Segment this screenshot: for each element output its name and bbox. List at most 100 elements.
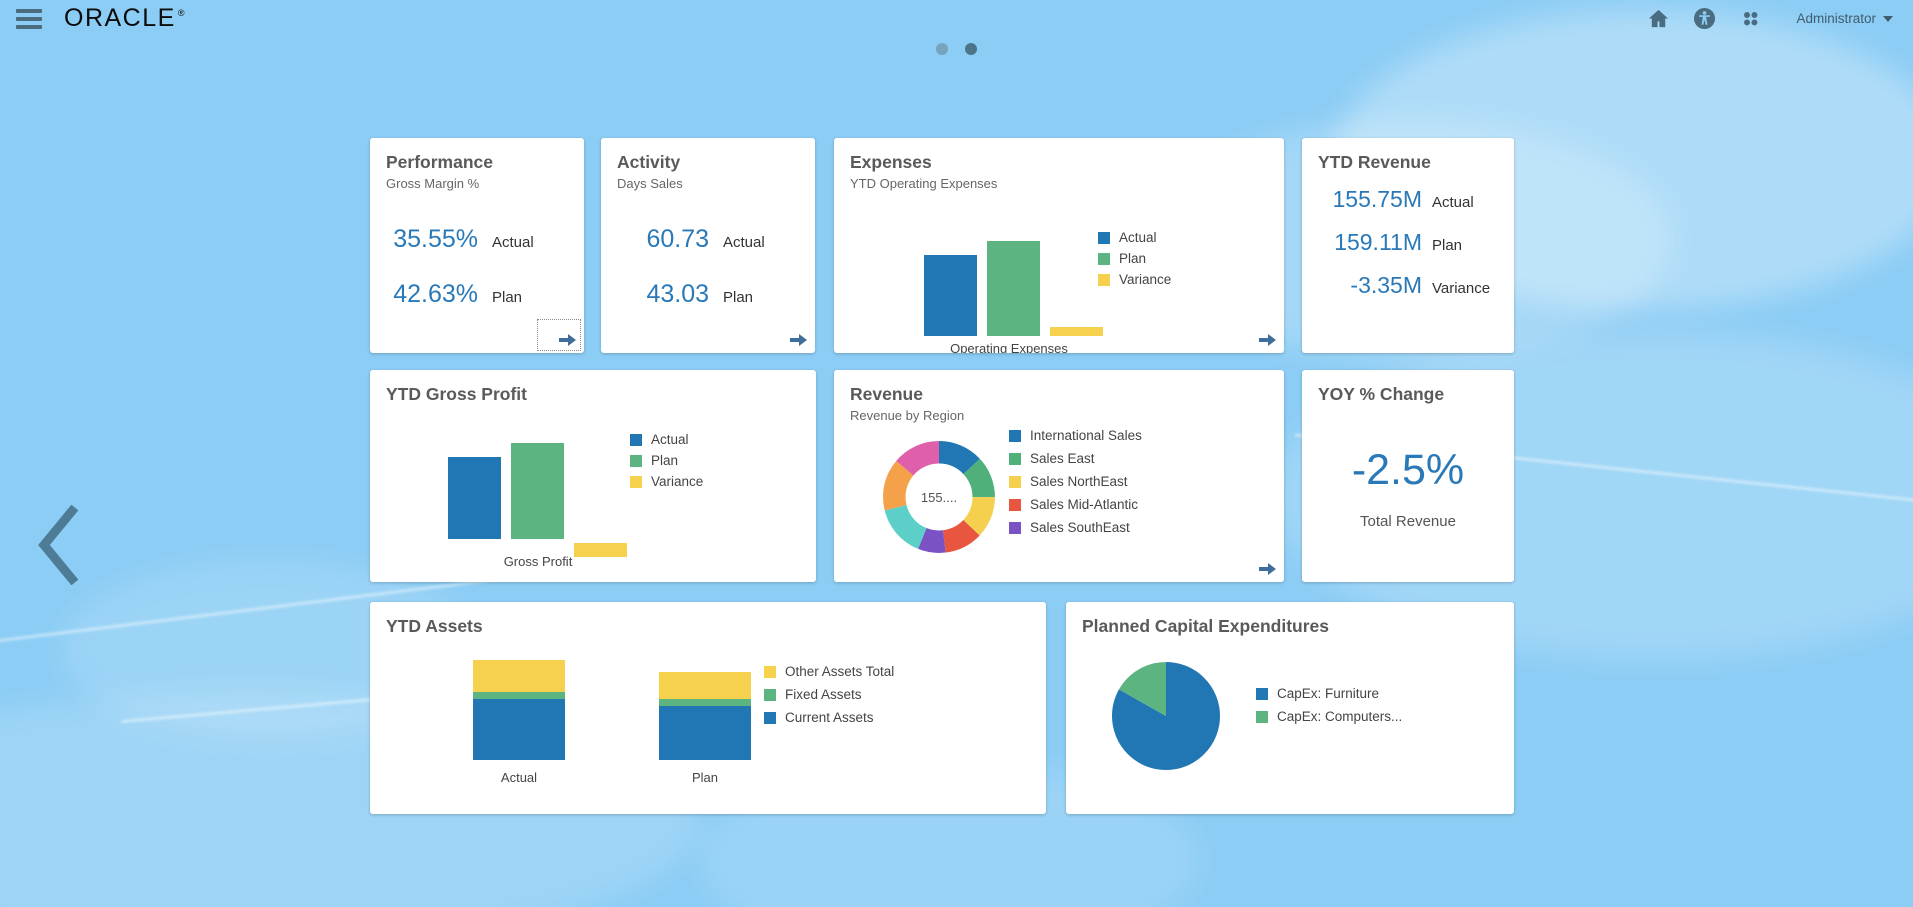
legend-item: Current Assets (764, 710, 894, 725)
kpi-label: Actual (723, 234, 765, 252)
registered-mark: ® (177, 8, 185, 18)
legend-swatch-capex-computers (1256, 710, 1268, 723)
legend-label: Sales East (1030, 451, 1095, 466)
legend-item: Plan (630, 453, 703, 468)
legend-swatch-actual (630, 433, 642, 446)
ytd-assets-legend: Other Assets Total Fixed Assets Current … (764, 664, 894, 731)
legend-fade-overlay (834, 560, 1284, 582)
donut-center-label: 155.... (920, 490, 958, 505)
legend-item: CapEx: Furniture (1256, 686, 1402, 701)
card-ytd-revenue[interactable]: YTD Revenue 155.75M Actual 159.11M Plan … (1302, 138, 1514, 353)
legend-item: International Sales (1009, 428, 1142, 443)
legend-swatch-sales-mid-atlantic (1009, 498, 1021, 511)
card-expenses[interactable]: Expenses YTD Operating Expenses Operatin… (834, 138, 1284, 353)
card-subtitle: YTD Operating Expenses (850, 176, 998, 192)
accessibility-icon[interactable] (1692, 7, 1716, 31)
legend-item: Other Assets Total (764, 664, 894, 679)
bar-actual (924, 255, 977, 336)
legend-swatch-fixed-assets (764, 688, 776, 701)
legend-label: Other Assets Total (785, 664, 895, 679)
kpi-value: -3.35M (1350, 272, 1422, 299)
yoy-value: -2.5% (1351, 446, 1465, 495)
user-name-label: Administrator (1796, 11, 1876, 26)
legend-label: Sales NorthEast (1030, 474, 1128, 489)
yoy-sublabel: Total Revenue (1360, 513, 1456, 531)
app-header: ORACLE ® Administrator (0, 0, 1913, 37)
legend-item: Variance (1098, 272, 1171, 287)
kpi-value: 43.03 (646, 280, 709, 309)
kpi-label: Plan (1432, 237, 1463, 255)
legend-swatch-sales-southeast (1009, 521, 1021, 534)
segment-fixed-assets (659, 699, 751, 706)
user-menu[interactable]: Administrator (1796, 11, 1893, 26)
segment-current-assets (473, 699, 565, 760)
bar-actual (448, 457, 501, 539)
x-axis-label: Gross Profit (503, 554, 573, 569)
legend-label: Sales Mid-Atlantic (1030, 497, 1139, 512)
legend-swatch-plan (1098, 252, 1110, 265)
kpi-value: 42.63% (393, 280, 478, 309)
stack-actual (473, 660, 565, 760)
legend-label: Fixed Assets (785, 687, 862, 702)
hamburger-menu-icon[interactable] (16, 8, 42, 29)
x-axis-label-plan: Plan (691, 770, 719, 785)
apps-grid-icon[interactable] (1738, 7, 1762, 31)
card-title: Planned Capital Expenditures (1082, 616, 1329, 636)
dashboard-grid: Performance Gross Margin % 35.55% Actual… (0, 0, 1913, 907)
legend-item: Sales East (1009, 451, 1142, 466)
legend-label: Current Assets (785, 710, 874, 725)
card-title: YTD Revenue (1318, 152, 1431, 172)
card-title: Expenses (850, 152, 932, 172)
kpi-label: Actual (492, 234, 534, 252)
legend-item: CapEx: Computers... (1256, 709, 1402, 724)
legend-label: Variance (1119, 272, 1172, 287)
carousel-dots (0, 43, 1913, 55)
legend-swatch-international-sales (1009, 429, 1021, 442)
card-performance[interactable]: Performance Gross Margin % 35.55% Actual… (370, 138, 584, 353)
card-revenue[interactable]: Revenue Revenue by Region 155.... Intern… (834, 370, 1284, 582)
legend-item: Actual (1098, 230, 1171, 245)
legend-label: Actual (651, 432, 689, 447)
capex-legend: CapEx: Furniture CapEx: Computers... (1256, 686, 1402, 730)
capex-pie-chart (1112, 662, 1220, 770)
card-planned-capital-expenditures[interactable]: Planned Capital Expenditures CapEx: Furn… (1066, 602, 1514, 814)
card-title: Performance (386, 152, 493, 172)
x-axis-label: Operating Expenses (950, 341, 1068, 353)
revenue-donut-chart: 155.... (880, 438, 998, 556)
legend-label: International Sales (1030, 428, 1142, 443)
card-ytd-gross-profit[interactable]: YTD Gross Profit Gross Profit Actual Pla… (370, 370, 816, 582)
card-yoy-change[interactable]: YOY % Change -2.5% Total Revenue (1302, 370, 1514, 582)
legend-swatch-plan (630, 454, 642, 467)
carousel-dot-2[interactable] (965, 43, 977, 55)
stack-plan (659, 660, 751, 760)
legend-label: Variance (651, 474, 704, 489)
go-to-arrow-icon[interactable] (1259, 333, 1276, 347)
go-to-arrow-icon[interactable] (559, 333, 576, 347)
go-to-arrow-icon[interactable] (1259, 562, 1276, 576)
bar-plan (987, 241, 1040, 336)
card-title: Activity (617, 152, 681, 172)
card-subtitle: Gross Margin % (386, 176, 480, 192)
legend-label: Actual (1119, 230, 1157, 245)
x-axis-label-actual: Actual (500, 770, 538, 785)
segment-other-assets-total (659, 672, 751, 699)
legend-item: Actual (630, 432, 703, 447)
legend-swatch-current-assets (764, 711, 776, 724)
card-activity[interactable]: Activity Days Sales 60.73 Actual 43.03 P… (601, 138, 815, 353)
oracle-logo-text: ORACLE (64, 4, 176, 32)
legend-label: CapEx: Computers... (1277, 709, 1403, 724)
legend-item: Variance (630, 474, 703, 489)
card-ytd-assets[interactable]: YTD Assets Actual Plan Other Assets Tota… (370, 602, 1046, 814)
oracle-logo: ORACLE ® (64, 6, 184, 31)
carousel-dot-1[interactable] (936, 43, 948, 55)
card-title: YTD Gross Profit (386, 384, 527, 404)
ytd-assets-stacked-bar-chart (440, 650, 770, 760)
home-icon[interactable] (1646, 7, 1670, 31)
chevron-left-icon[interactable] (34, 504, 80, 586)
expenses-bar-chart (894, 226, 1124, 336)
kpi-label: Plan (723, 289, 754, 307)
expenses-legend: Actual Plan Variance (1098, 230, 1171, 293)
go-to-arrow-icon[interactable] (790, 333, 807, 347)
legend-label: Sales SouthEast (1030, 520, 1130, 535)
legend-item: Sales Mid-Atlantic (1009, 497, 1142, 512)
